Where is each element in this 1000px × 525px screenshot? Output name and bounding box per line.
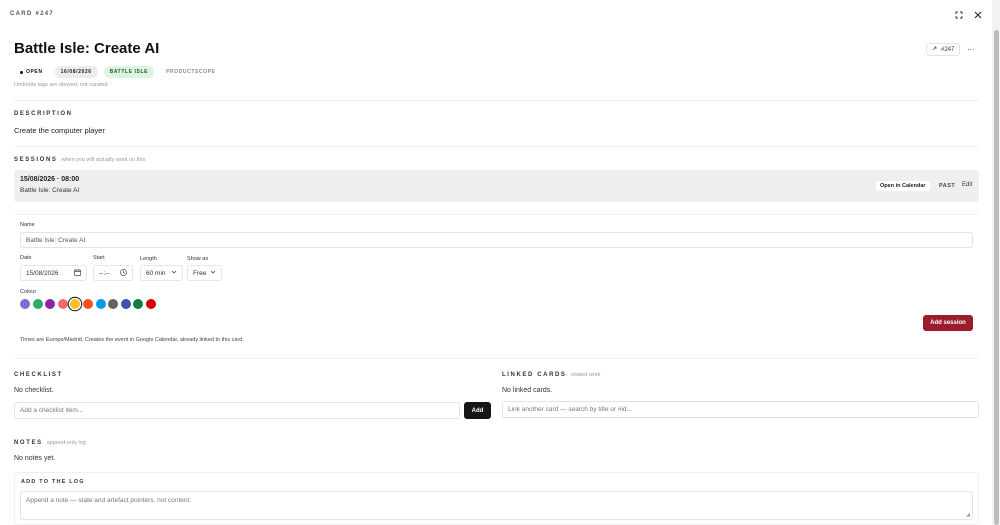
add-checklist-item-button[interactable]: Add	[464, 402, 491, 419]
chevron-down-icon	[171, 269, 177, 277]
tags-note: Umbrella tags are derived, not curated	[14, 82, 108, 88]
start-value: --:--	[99, 269, 110, 277]
status-dot-icon	[20, 70, 23, 74]
session-name-input[interactable]: Battle Isle: Create AI	[20, 232, 973, 248]
notes-empty: No notes yet.	[14, 455, 56, 462]
notes-heading-label: NOTES	[14, 440, 43, 446]
colour-swatches	[20, 299, 156, 309]
open-in-calendar-button[interactable]: Open in Calendar	[876, 181, 930, 191]
session-length-select[interactable]: 60 min	[140, 265, 183, 281]
log-note-textarea[interactable]: Append a note — state and artefact point…	[20, 491, 973, 520]
show-as-label: Show as	[187, 256, 209, 262]
session-date-input[interactable]: 15/08/2026	[20, 265, 87, 281]
date-label: Date	[20, 255, 32, 261]
session-datetime: 15/08/2026 · 08:00	[20, 176, 80, 183]
status-badge[interactable]: OPEN	[14, 66, 49, 78]
colour-swatch[interactable]	[108, 299, 119, 309]
description-text[interactable]: Create the computer player	[14, 126, 105, 135]
checklist-empty: No checklist.	[14, 387, 54, 394]
session-state-badge: PAST	[939, 183, 956, 189]
card-id-pill[interactable]: #247	[926, 43, 961, 56]
divider	[14, 214, 979, 215]
description-heading: DESCRIPTION	[14, 111, 73, 117]
start-label: Start	[93, 255, 105, 261]
session-item: 15/08/2026 · 08:00 Battle Isle: Create A…	[14, 170, 979, 202]
checklist-item-input[interactable]: Add a checklist item...	[14, 402, 460, 419]
link-card-search-input[interactable]: Link another card — search by title or #…	[502, 401, 979, 418]
length-label: Length	[140, 256, 157, 262]
date-value: 15/08/2026	[26, 269, 59, 277]
notes-heading: NOTES append-only log	[14, 440, 86, 446]
card-badges: OPEN 16/08/2026 BATTLE ISLE PRODUCTSCOPE	[14, 66, 222, 78]
linked-cards-heading: LINKED CARDS related work	[502, 372, 601, 378]
colour-swatch[interactable]	[32, 299, 43, 309]
expand-icon[interactable]	[953, 9, 965, 21]
tag-badge-productscope[interactable]: PRODUCTSCOPE	[160, 66, 222, 78]
checklist-heading: CHECKLIST	[14, 372, 63, 378]
colour-swatch[interactable]	[82, 299, 93, 309]
timezone-note: Times are Europe/Madrid. Creates the eve…	[20, 337, 244, 343]
scrollbar-thumb[interactable]	[994, 30, 999, 525]
colour-swatch[interactable]	[45, 299, 56, 309]
colour-swatch[interactable]	[145, 299, 156, 309]
date-badge[interactable]: 16/08/2026	[54, 66, 98, 78]
close-icon[interactable]	[972, 9, 984, 21]
divider	[14, 358, 979, 359]
sessions-subheading: when you will actually work on this	[61, 157, 146, 163]
colour-swatch[interactable]	[70, 299, 81, 309]
linked-cards-heading-label: LINKED CARDS	[502, 372, 567, 378]
linked-cards-empty: No linked cards.	[502, 387, 553, 394]
colour-swatch[interactable]	[57, 299, 68, 309]
sessions-heading-label: SESSIONS	[14, 157, 58, 163]
calendar-icon[interactable]	[74, 268, 81, 278]
card-title[interactable]: Battle Isle: Create AI	[14, 40, 159, 57]
sessions-heading: SESSIONS when you will actually work on t…	[14, 157, 145, 163]
name-label: Name	[20, 222, 35, 228]
more-options-button[interactable]: ···	[963, 43, 979, 56]
colour-label: Colour	[20, 289, 37, 295]
resize-grip-icon[interactable]: ◢	[966, 512, 970, 518]
status-label: OPEN	[26, 69, 43, 75]
chevron-down-icon	[210, 269, 216, 277]
ellipsis-icon: ···	[967, 45, 975, 54]
card-label: CARD #247	[10, 11, 55, 17]
divider	[14, 100, 979, 101]
clock-icon[interactable]	[120, 268, 127, 278]
add-session-button[interactable]: Add session	[923, 315, 973, 331]
link-icon	[932, 46, 938, 54]
divider	[14, 146, 979, 147]
show-as-value: Free	[193, 269, 207, 277]
session-name: Battle Isle: Create AI	[20, 187, 80, 194]
add-to-log-panel: ADD TO THE LOG Append a note — state and…	[14, 472, 979, 525]
notes-subheading: append-only log	[46, 440, 86, 446]
tag-badge-battle-isle[interactable]: BATTLE ISLE	[103, 66, 155, 78]
length-value: 60 min	[146, 269, 166, 277]
linked-cards-subheading: related work	[570, 372, 601, 378]
colour-swatch[interactable]	[95, 299, 106, 309]
card-id-text: #247	[941, 46, 955, 53]
session-show-as-select[interactable]: Free	[187, 265, 222, 281]
edit-session-button[interactable]: Edit	[962, 182, 972, 188]
add-to-log-heading: ADD TO THE LOG	[21, 479, 85, 485]
colour-swatch[interactable]	[133, 299, 144, 309]
scrollbar-track[interactable]	[992, 0, 1000, 525]
colour-swatch[interactable]	[20, 299, 30, 309]
colour-swatch[interactable]	[120, 299, 131, 309]
log-note-placeholder: Append a note — state and artefact point…	[26, 497, 192, 504]
session-start-input[interactable]: --:--	[93, 265, 133, 281]
